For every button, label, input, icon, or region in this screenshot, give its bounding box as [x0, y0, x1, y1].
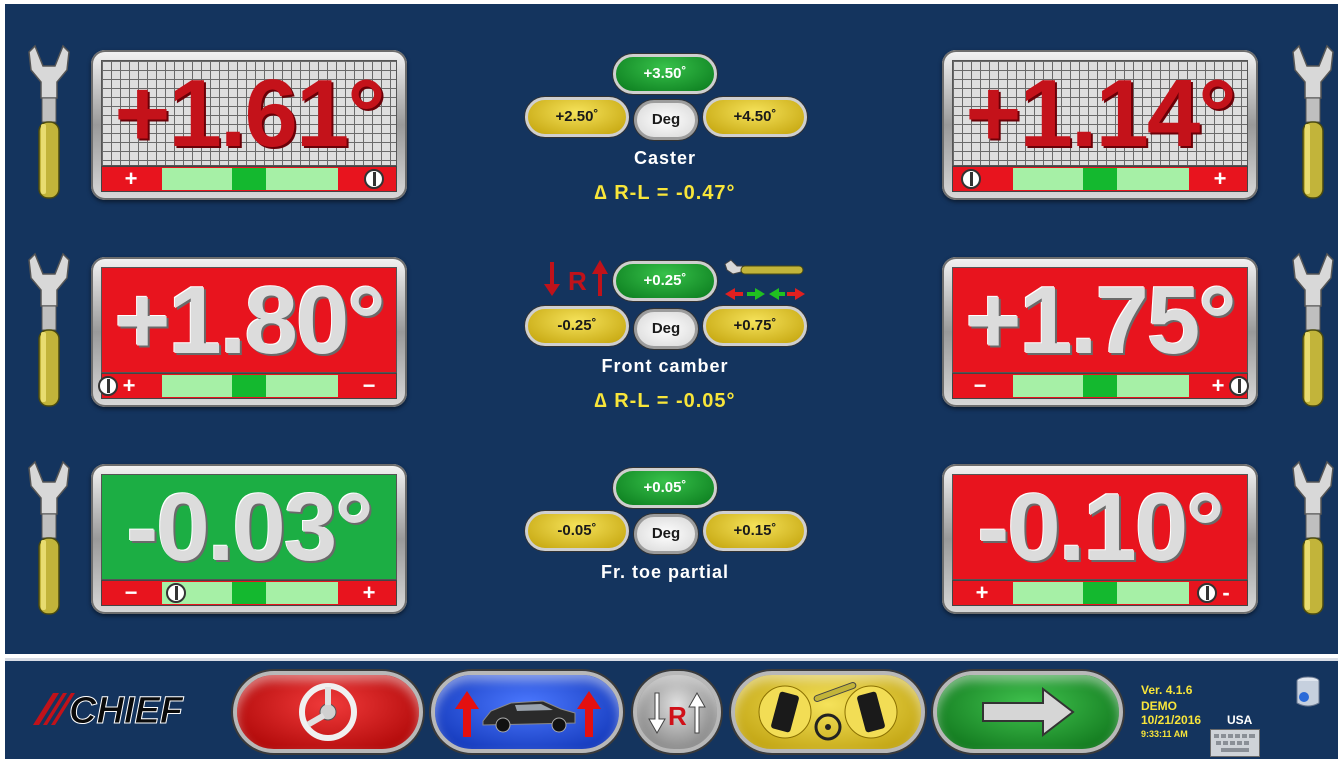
rear-reference-icon: R — [544, 260, 608, 296]
camber-spec-max-button[interactable]: +0.25˚ — [613, 261, 717, 301]
alignment-screen: +1.61° + +3.50˚ +2.50˚ Deg +4.50˚ Caster… — [0, 0, 1343, 759]
version-text: Ver. 4.1.6 — [1141, 683, 1193, 697]
wheel-adjust-button[interactable] — [731, 671, 925, 753]
caster-left-range-bar: + — [101, 166, 397, 192]
toe-right-plus-sign: + — [975, 580, 989, 605]
camber-right-panel[interactable]: +1.75° − + — [942, 257, 1258, 407]
toe-left-panel[interactable]: -0.03° − + — [91, 464, 407, 614]
adjust-knob-icon — [98, 376, 118, 396]
camber-left-display: +1.80° — [101, 267, 397, 373]
right-caster-wrench-icon[interactable] — [1291, 42, 1335, 202]
toe-spec-min-button[interactable]: -0.05˚ — [525, 511, 629, 551]
toe-unit-button[interactable]: Deg — [634, 514, 698, 554]
camber-right-value: +1.75° — [965, 267, 1236, 373]
camber-left-plus-sign: + — [122, 373, 136, 398]
left-toe-wrench-icon[interactable] — [27, 458, 71, 618]
camber-delta: ∆ R-L = -0.05° — [594, 390, 736, 412]
caster-delta: ∆ R-L = -0.47° — [594, 182, 736, 204]
camber-left-value: +1.80° — [114, 267, 385, 373]
rear-reference-toggle-icon: R — [648, 691, 706, 735]
toe-left-plus-sign: + — [362, 580, 376, 605]
adjust-knob-icon — [961, 169, 981, 189]
toe-spec-pref-button[interactable]: +0.15˚ — [703, 511, 807, 551]
caster-left-plus-sign: + — [124, 166, 138, 191]
caster-left-value: +1.61° — [114, 60, 385, 166]
caster-spec-min-button[interactable]: +2.50˚ — [525, 97, 629, 137]
caster-label: Caster — [633, 148, 697, 168]
next-arrow-icon — [982, 686, 1075, 738]
toe-spec-max-button[interactable]: +0.05˚ — [613, 468, 717, 508]
steering-wheel-button[interactable] — [233, 671, 423, 753]
keyboard-icon[interactable] — [1210, 729, 1260, 757]
adjust-knob-icon — [166, 583, 186, 603]
right-toe-wrench-icon[interactable] — [1291, 458, 1335, 618]
toe-right-value: -0.10° — [977, 474, 1224, 580]
raise-vehicle-button[interactable] — [431, 671, 623, 753]
brand-name: CHIEF — [69, 690, 185, 732]
toe-left-display: -0.03° — [101, 474, 397, 580]
database-icon[interactable] — [1295, 675, 1321, 709]
camber-left-range-bar: + − — [98, 373, 397, 399]
caster-spec-max-button[interactable]: +3.50˚ — [613, 54, 717, 94]
adjust-knob-icon — [1229, 376, 1249, 396]
camber-right-display: +1.75° — [952, 267, 1248, 373]
camber-spec-min-button[interactable]: -0.25˚ — [525, 306, 629, 346]
left-camber-wrench-icon[interactable] — [27, 250, 71, 410]
rear-reference-button[interactable]: R — [633, 671, 721, 753]
camber-left-panel[interactable]: +1.80° + − — [91, 257, 407, 407]
camber-right-plus-sign: + — [1211, 373, 1225, 398]
toe-label: Fr. toe partial — [600, 562, 730, 582]
toe-right-minus-sign: - — [1222, 580, 1230, 605]
caster-spec-pref-button[interactable]: +4.50˚ — [703, 97, 807, 137]
time-text: 9:33:11 AM — [1141, 729, 1188, 739]
mode-text: DEMO — [1141, 699, 1177, 713]
next-step-button[interactable] — [933, 671, 1123, 753]
caster-unit-button[interactable]: Deg — [634, 100, 698, 140]
adjust-knob-icon — [1197, 583, 1217, 603]
caster-right-panel[interactable]: +1.14° + — [942, 50, 1258, 200]
alignment-readings-area: +1.61° + +3.50˚ +2.50˚ Deg +4.50˚ Caster… — [5, 4, 1338, 654]
toe-left-minus-sign: − — [124, 580, 138, 605]
steering-wheel-icon — [299, 683, 357, 741]
toe-left-value: -0.03° — [126, 474, 373, 580]
caster-right-range-bar: + — [952, 166, 1248, 192]
toe-left-range-bar: − + — [101, 580, 397, 606]
right-camber-wrench-icon[interactable] — [1291, 250, 1335, 410]
wheel-adjust-icon — [758, 682, 898, 741]
caster-left-panel[interactable]: +1.61° + — [91, 50, 407, 200]
camber-unit-button[interactable]: Deg — [634, 309, 698, 349]
rear-reference-button-letter: R — [668, 701, 687, 731]
camber-left-minus-sign: − — [362, 373, 376, 398]
camber-label: Front camber — [601, 356, 729, 376]
toe-right-panel[interactable]: -0.10° + - — [942, 464, 1258, 614]
chief-logo: CHIEF — [33, 690, 185, 733]
car-raise-icon — [455, 691, 601, 737]
left-caster-wrench-icon[interactable] — [27, 42, 71, 202]
toe-right-display: -0.10° — [952, 474, 1248, 580]
region-text: USA — [1227, 713, 1253, 727]
camber-right-range-bar: − + — [952, 373, 1249, 399]
adjust-wrench-arrows-icon[interactable] — [721, 258, 807, 304]
camber-spec-pref-button[interactable]: +0.75˚ — [703, 306, 807, 346]
caster-left-display: +1.61° — [101, 60, 397, 166]
caster-right-plus-sign: + — [1213, 166, 1227, 191]
caster-right-display: +1.14° — [952, 60, 1248, 166]
bottom-toolbar: CHIEF R Ver. 4.1.6 DEMO 10/21/2016 USA 9… — [5, 658, 1338, 759]
adjust-knob-icon — [364, 169, 384, 189]
date-text: 10/21/2016 — [1141, 713, 1202, 727]
rear-reference-letter: R — [568, 266, 587, 296]
toe-right-range-bar: + - — [952, 580, 1248, 606]
caster-right-value: +1.14° — [965, 60, 1236, 166]
camber-right-minus-sign: − — [973, 373, 987, 398]
